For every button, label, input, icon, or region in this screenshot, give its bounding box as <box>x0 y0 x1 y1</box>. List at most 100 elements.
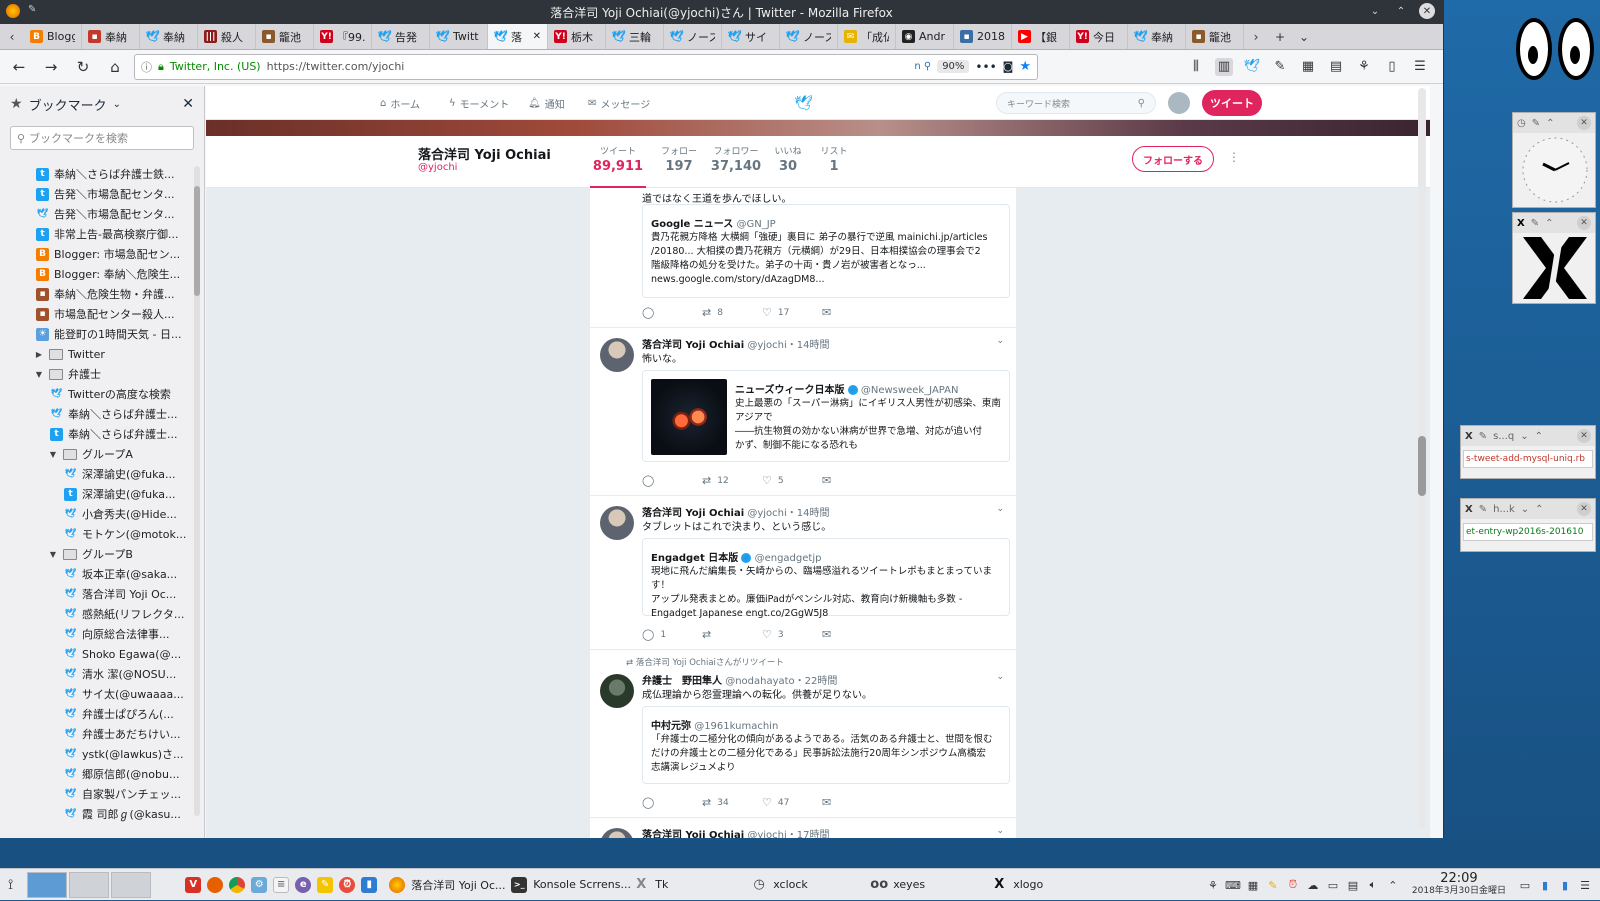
tk2-text[interactable]: et-entry-wp2016s-201610 <box>1463 523 1593 541</box>
profile-name[interactable]: 落合洋司 Yoji Ochiai <box>418 144 551 163</box>
tweet-avatar[interactable] <box>600 674 634 708</box>
follow-button[interactable]: フォローする <box>1132 146 1214 172</box>
xlogo-window[interactable]: X ✎ ⌃ ✕ <box>1512 212 1596 304</box>
xclock-titlebar[interactable]: ◷ ✎ ⌃ ✕ <box>1513 113 1595 133</box>
bookmark-item[interactable]: 🕊︎ モトケン(@motok... <box>0 524 194 544</box>
settings-icon[interactable]: ⚙ <box>251 872 268 898</box>
tweet-author[interactable]: 弁護士 野田隼人 @nodahayato・22時間 <box>642 672 837 687</box>
sidebar-close-button[interactable]: ✕ <box>182 96 194 112</box>
tab[interactable]: Y! 今日 <box>1070 24 1128 49</box>
reply-button[interactable]: ◯ <box>642 474 702 487</box>
close-icon[interactable]: ✕ <box>1577 116 1591 130</box>
chevron-down-icon[interactable]: ⌄ <box>1521 504 1529 515</box>
tab-list-button[interactable]: ⌄ <box>1292 24 1316 49</box>
taskbar-clock[interactable]: 22:09 2018年3月30日金曜日 <box>1406 872 1512 897</box>
forward-button[interactable]: → <box>38 54 64 80</box>
close-icon[interactable]: ✕ <box>1577 216 1591 230</box>
nav-home[interactable]: ⌂ ホーム <box>380 96 420 111</box>
bookmark-item[interactable]: B Blogger: 市場急配セン... <box>0 244 194 264</box>
zoom-indicator[interactable]: 90% <box>937 60 970 73</box>
tab[interactable]: ▪ 籠池 <box>1186 24 1244 49</box>
like-button[interactable]: ♡ 3 <box>762 628 822 641</box>
tweet-author[interactable]: 落合洋司 Yoji Ochiai @yjochi・14時間 <box>642 504 830 519</box>
tab[interactable]: 🕊︎ 三輪 <box>606 24 664 49</box>
bookmark-item[interactable]: 🕊︎ 霞 司郎ℊ(@kasu... <box>0 804 194 824</box>
pin-icon[interactable]: ✎ <box>1479 431 1487 442</box>
bookmark-item[interactable]: 🕊︎ 落合洋司 Yoji Oc... <box>0 584 194 604</box>
bookmark-item[interactable]: 🕊︎ 感熱紙(リフレクタ... <box>0 604 194 624</box>
bookmark-item[interactable]: 🕊︎ 坂本正幸(@saka... <box>0 564 194 584</box>
dm-button[interactable]: ✉ <box>822 796 882 809</box>
window-minimize-button[interactable]: ⌄ <box>1367 3 1383 19</box>
tab[interactable]: B Blogg <box>24 24 82 49</box>
chevron-down-icon[interactable]: ▼ <box>48 550 58 559</box>
info-icon[interactable]: ⓘ <box>141 59 152 75</box>
tweet-avatar[interactable] <box>600 338 634 372</box>
search-icon[interactable]: ⚲ <box>1138 98 1145 109</box>
chrome-icon[interactable] <box>229 872 246 898</box>
sidebar-title[interactable]: ブックマーク <box>29 95 107 114</box>
chevron-down-icon[interactable]: ⌄ <box>996 826 1004 836</box>
user-avatar[interactable] <box>1168 92 1190 114</box>
alarm-tray-icon[interactable]: ⏰︎ <box>1286 878 1300 892</box>
url-text[interactable]: https://twitter.com/yjochi <box>267 60 909 73</box>
new-tab-button[interactable]: + <box>1268 24 1292 49</box>
tab-close-icon[interactable]: ✕ <box>533 31 541 42</box>
xlogo-titlebar[interactable]: X ✎ ⌃ ✕ <box>1513 213 1595 233</box>
volume-icon[interactable]: 🔈︎ <box>1366 878 1380 892</box>
clipboard-ext-icon[interactable]: ▯ <box>1383 58 1401 76</box>
cloud-icon[interactable]: ☁ <box>1306 878 1320 892</box>
tk1-titlebar[interactable]: X ✎ s...q ⌄ ⌃ ✕ <box>1461 426 1595 446</box>
show-desktop-icon[interactable]: ▭ <box>1518 878 1532 892</box>
twitter-ext-icon[interactable]: 🕊︎ <box>1243 58 1261 76</box>
pin-icon[interactable]: ✎ <box>28 4 36 18</box>
document-icon[interactable]: ≡ <box>273 872 290 898</box>
bookmark-item[interactable]: ☀ 能登町の1時間天気 - 日... <box>0 324 194 344</box>
tab[interactable]: ||| 殺人 <box>198 24 256 49</box>
nav-notifications[interactable]: 🔔︎ 通知 <box>528 96 565 111</box>
chevron-down-icon[interactable]: ⌄ <box>1520 431 1528 442</box>
extension-icon[interactable]: n ⚲ <box>914 61 931 72</box>
pin-icon[interactable]: ✎ <box>1479 504 1487 515</box>
taskbar-app[interactable]: oo xeyes <box>863 872 983 898</box>
dm-button[interactable]: ✉ <box>822 628 882 641</box>
grid-ext-icon[interactable]: ▦ <box>1299 58 1317 76</box>
close-icon[interactable]: ✕ <box>1577 502 1591 516</box>
profile-avatar[interactable] <box>382 142 410 170</box>
like-button[interactable]: ♡ 5 <box>762 474 822 487</box>
vivaldi-icon[interactable]: V <box>185 872 202 898</box>
library-icon[interactable]: ⫼ <box>1187 58 1205 76</box>
tab[interactable]: 🕊︎ 奉納 <box>140 24 198 49</box>
twitter-bird-icon[interactable]: 🕊︎ <box>794 94 813 112</box>
chevron-up-icon[interactable]: ⌃ <box>1535 431 1543 442</box>
bookmark-search-input[interactable]: ⚲ ブックマークを検索 <box>10 126 194 150</box>
bookmark-item[interactable]: t 奉納＼さらば弁護士... <box>0 424 194 444</box>
chevron-down-icon[interactable]: ▼ <box>48 450 58 459</box>
bookmark-folder[interactable]: ▼ 弁護士 <box>0 364 194 384</box>
xeyes-widget[interactable] <box>1516 14 1596 84</box>
retweet-button[interactable]: ⇄ 8 <box>702 306 762 319</box>
notes-icon[interactable]: ✎ <box>317 872 334 898</box>
url-bar[interactable]: ⓘ 🔒︎ Twitter, Inc. (US) https://twitter.… <box>134 53 1038 80</box>
pin-icon[interactable]: ✎ <box>1531 218 1539 229</box>
bookmark-item[interactable]: 🕊︎ 清水 潔(@NOSU... <box>0 664 194 684</box>
profile-handle[interactable]: @yjochi <box>418 162 457 173</box>
expand-tray-icon[interactable]: ⌃ <box>1386 878 1400 892</box>
bookmark-item[interactable]: 🕊︎ 告発＼市場急配センタ... <box>0 204 194 224</box>
bookmark-item[interactable]: ▪ 市場急配センター殺人... <box>0 304 194 324</box>
taskbar-app[interactable]: Xxlogo <box>983 872 1093 898</box>
tweet-button[interactable]: ツイート <box>1202 90 1262 116</box>
bookmark-item[interactable]: t 深澤諭史(@fuka... <box>0 484 194 504</box>
tab[interactable]: ◉ Andr <box>896 24 954 49</box>
bookmark-item[interactable]: 🕊︎ 向原総合法律事... <box>0 624 194 644</box>
pager-desktop[interactable] <box>111 871 152 898</box>
chevron-up-icon[interactable]: ⌃ <box>1546 118 1554 129</box>
tab[interactable]: 🕊︎ 告発 <box>372 24 430 49</box>
chevron-up-icon[interactable]: ⌃ <box>1545 218 1553 229</box>
site-identity[interactable]: Twitter, Inc. (US) <box>170 60 261 73</box>
bookmark-folder[interactable]: ▼ グループB <box>0 544 194 564</box>
lock-icon[interactable]: 🔒︎ <box>158 60 164 74</box>
bookmark-item[interactable]: 🕊︎ サイ太(@uwaaaa... <box>0 684 194 704</box>
stat-following[interactable]: フォロー 197 <box>656 144 702 174</box>
tab[interactable]: 🕊︎ 奉納 <box>1128 24 1186 49</box>
